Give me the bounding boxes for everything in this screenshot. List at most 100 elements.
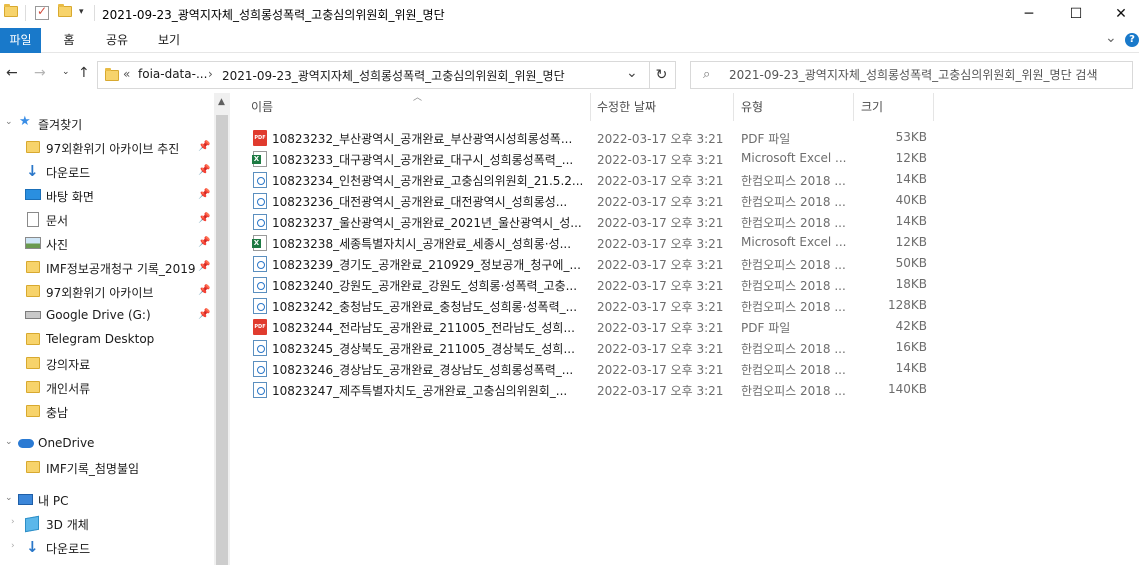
scroll-thumb[interactable]	[216, 115, 228, 565]
nav-item-downloads[interactable]: › ↓ 다운로드	[0, 536, 214, 560]
breadcrumb-item-foia[interactable]: foia-data-...	[138, 67, 207, 81]
file-date: 2022-03-17 오후 3:21	[597, 216, 724, 230]
hwp-file-icon	[253, 277, 267, 293]
pdf-file-icon: PDF	[253, 319, 267, 335]
pin-icon[interactable]: 📌	[198, 237, 210, 248]
file-row[interactable]: 10823245_경상북도_공개완료_211005_경상북도_성희... 202…	[230, 337, 1139, 358]
pin-icon[interactable]: 📌	[198, 285, 210, 296]
file-name: 10823236_대전광역시_공개완료_대전광역시_성희롱성...	[272, 195, 568, 209]
breadcrumb-separator[interactable]: ›	[208, 67, 213, 81]
chevron-down-icon[interactable]: ⌄	[5, 493, 13, 503]
file-row[interactable]: 10823239_경기도_공개완료_210929_정보공개_청구에_... 20…	[230, 253, 1139, 274]
column-header-size[interactable]: 크기	[861, 93, 931, 121]
file-row[interactable]: 10823237_울산광역시_공개완료_2021년_울산광역시_성... 202…	[230, 211, 1139, 232]
pin-icon[interactable]: 📌	[198, 261, 210, 272]
file-row[interactable]: PDF 10823244_전라남도_공개완료_211005_전라남도_성희...…	[230, 316, 1139, 337]
maximize-button[interactable]: ☐	[1053, 0, 1099, 28]
file-name: 10823240_강원도_공개완료_강원도_성희롱·성폭력_고충...	[272, 279, 578, 293]
file-row[interactable]: PDF 10823232_부산광역시_공개완료_부산광역시성희롱성폭... 20…	[230, 127, 1139, 148]
file-row[interactable]: 10823247_제주특별자치도_공개완료_고충심의위원회_... 2022-0…	[230, 379, 1139, 400]
column-header-type[interactable]: 유형	[741, 93, 853, 121]
close-button[interactable]: ✕	[1098, 0, 1139, 28]
file-row[interactable]: 10823246_경상남도_공개완료_경상남도_성희롱성폭력_... 2022-…	[230, 358, 1139, 379]
column-header-date[interactable]: 수정한 날짜	[597, 93, 735, 121]
help-icon[interactable]: ?	[1125, 33, 1139, 47]
back-arrow-icon[interactable]: ←	[6, 65, 18, 81]
file-type: 한컴오피스 2018 ...	[741, 279, 846, 293]
nav-item-folder[interactable]: IMF기록_첨명불임	[0, 456, 214, 480]
scroll-up-icon[interactable]: ▲	[218, 97, 225, 107]
nav-item-pinned[interactable]: 97외환위기 아카이브 추진 📌	[0, 136, 214, 160]
nav-item-pinned[interactable]: ↓ 다운로드 📌	[0, 160, 214, 184]
nav-label: 사진	[46, 238, 69, 252]
expand-ribbon-icon[interactable]: ⌄	[1105, 30, 1117, 46]
nav-item-pinned[interactable]: 문서 📌	[0, 208, 214, 232]
nav-label: 개인서류	[46, 382, 91, 396]
excel-file-icon	[252, 235, 267, 251]
file-size: 12KB	[895, 151, 927, 165]
tab-home[interactable]: 홈	[55, 28, 83, 53]
tab-file[interactable]: 파일	[0, 28, 41, 53]
search-input[interactable]	[729, 62, 1129, 88]
column-divider[interactable]	[590, 93, 591, 121]
nav-item-pinned[interactable]: 사진 📌	[0, 232, 214, 256]
pin-icon[interactable]: 📌	[198, 165, 210, 176]
file-name: 10823245_경상북도_공개완료_211005_경상북도_성희...	[272, 342, 575, 356]
minimize-button[interactable]: ─	[1006, 0, 1052, 28]
file-row[interactable]: 10823240_강원도_공개완료_강원도_성희롱·성폭력_고충... 2022…	[230, 274, 1139, 295]
file-row[interactable]: 10823233_대구광역시_공개완료_대구시_성희롱성폭력_... 2022-…	[230, 148, 1139, 169]
nav-scrollbar[interactable]: ▲	[214, 93, 230, 565]
new-folder-icon[interactable]	[58, 4, 72, 17]
nav-label: 바탕 화면	[46, 190, 94, 204]
pin-icon[interactable]: 📌	[198, 213, 210, 224]
column-divider[interactable]	[733, 93, 734, 121]
pin-icon[interactable]: 📌	[198, 141, 210, 152]
file-row[interactable]: 10823242_충청남도_공개완료_충청남도_성희롱·성폭력_... 2022…	[230, 295, 1139, 316]
nav-item-pinned[interactable]: IMF정보공개청구 기록_2019 📌	[0, 256, 214, 280]
file-row[interactable]: 10823236_대전광역시_공개완료_대전광역시_성희롱성... 2022-0…	[230, 190, 1139, 211]
hwp-file-icon	[253, 361, 267, 377]
chevron-down-icon[interactable]: ⌄	[5, 437, 13, 447]
file-row[interactable]: 10823234_인천광역시_공개완료_고충심의위원회_21.5.2... 20…	[230, 169, 1139, 190]
pin-icon[interactable]: 📌	[198, 189, 210, 200]
up-arrow-icon[interactable]: ↑	[78, 65, 90, 81]
pin-icon[interactable]: 📌	[198, 309, 210, 320]
file-name: 10823238_세종특별자치시_공개완료_세종시_성희롱·성...	[272, 237, 572, 251]
nav-item-pinned[interactable]: 바탕 화면 📌	[0, 184, 214, 208]
breadcrumb-overflow[interactable]: «	[123, 67, 130, 81]
chevron-right-icon[interactable]: ›	[11, 541, 15, 551]
column-divider[interactable]	[853, 93, 854, 121]
nav-item-folder[interactable]: Telegram Desktop	[0, 328, 214, 352]
nav-item-folder[interactable]: 개인서류	[0, 376, 214, 400]
file-size: 14KB	[895, 361, 927, 375]
nav-quick-access[interactable]: ⌄ ★ 즐겨찾기	[0, 112, 214, 136]
cloud-icon	[18, 439, 34, 448]
address-bar[interactable]: « foia-data-... › 2021-09-23_광역지자체_성희롱성폭…	[97, 61, 650, 89]
forward-arrow-icon[interactable]: →	[34, 65, 46, 81]
tab-share[interactable]: 공유	[99, 28, 135, 53]
file-row[interactable]: 10823238_세종특별자치시_공개완료_세종시_성희롱·성... 2022-…	[230, 232, 1139, 253]
properties-icon[interactable]: ✓	[35, 4, 49, 20]
search-box[interactable]: ⌕	[690, 61, 1133, 89]
tab-view[interactable]: 보기	[151, 28, 187, 53]
breadcrumb-item-current[interactable]: 2021-09-23_광역지자체_성희롱성폭력_고충심의위원회_위원_명단	[222, 67, 565, 84]
chevron-right-icon[interactable]: ›	[11, 517, 15, 527]
chevron-down-icon[interactable]: ⌄	[5, 117, 13, 127]
customize-toolbar-icon[interactable]: ▾	[79, 7, 84, 17]
nav-item-pinned[interactable]: 97외환위기 아카이브 📌	[0, 280, 214, 304]
nav-onedrive[interactable]: ⌄ OneDrive	[0, 432, 214, 456]
file-date: 2022-03-17 오후 3:21	[597, 258, 724, 272]
column-header-name[interactable]: 이름	[251, 93, 591, 121]
cube-icon	[25, 515, 39, 533]
ribbon-tabs: 파일 홈 공유 보기 ⌄ ?	[0, 28, 1139, 53]
nav-item-3d[interactable]: › 3D 개체	[0, 512, 214, 536]
file-date: 2022-03-17 오후 3:21	[597, 384, 724, 398]
nav-this-pc[interactable]: ⌄ 내 PC	[0, 488, 214, 512]
nav-item-folder[interactable]: 충남	[0, 400, 214, 424]
address-dropdown-icon[interactable]: ⌄	[626, 65, 638, 81]
nav-item-folder[interactable]: 강의자료	[0, 352, 214, 376]
nav-item-pinned[interactable]: Google Drive (G:) 📌	[0, 304, 214, 328]
recent-locations-icon[interactable]: ⌄	[62, 67, 70, 77]
refresh-button[interactable]: ↻	[648, 61, 676, 89]
column-divider[interactable]	[933, 93, 934, 121]
